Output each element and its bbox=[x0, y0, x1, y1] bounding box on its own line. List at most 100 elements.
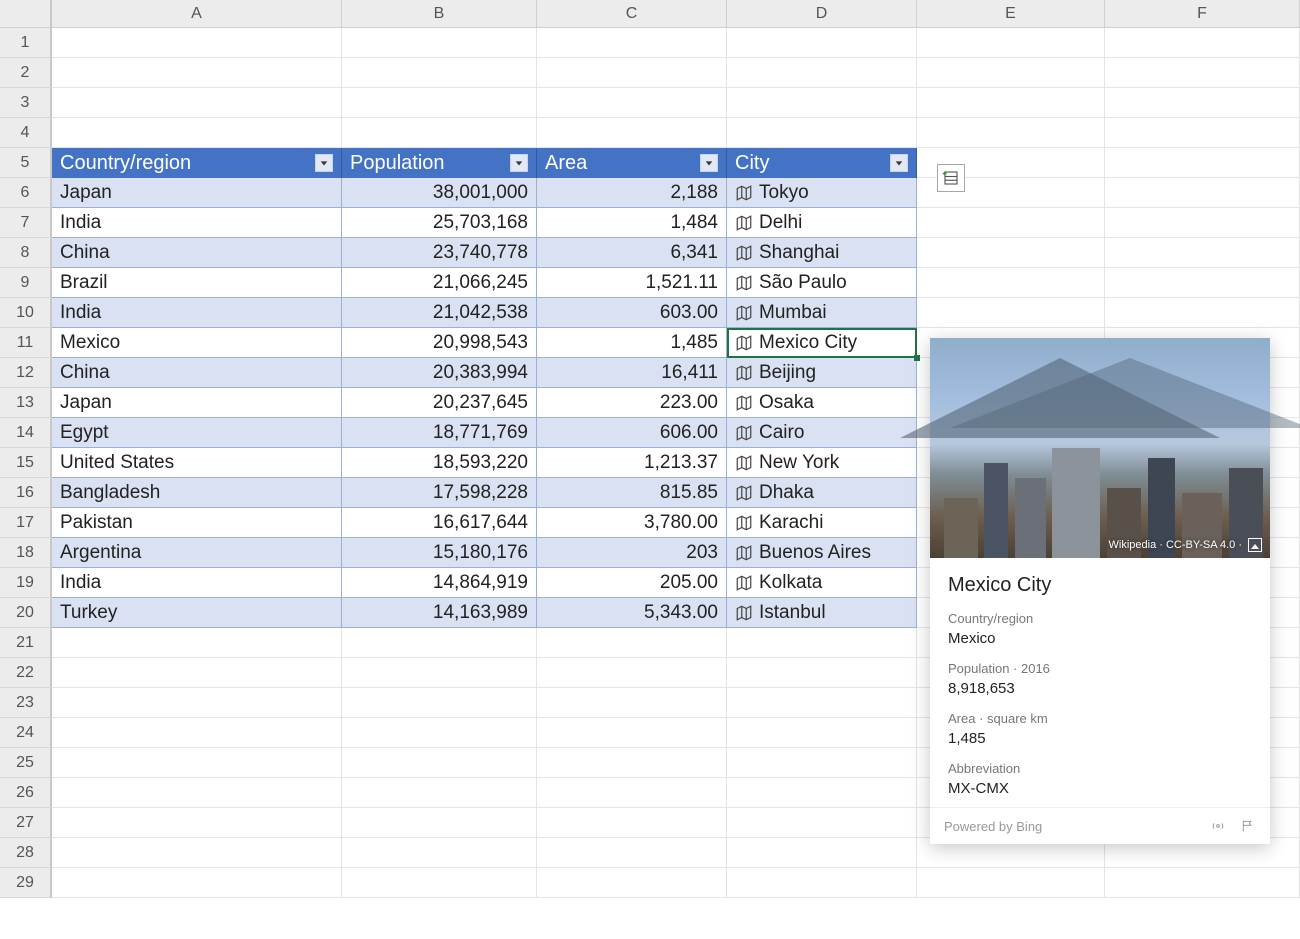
empty-cell[interactable] bbox=[727, 868, 917, 898]
row-header-22[interactable]: 22 bbox=[0, 658, 52, 688]
empty-cell[interactable] bbox=[52, 838, 342, 868]
empty-cell[interactable] bbox=[52, 688, 342, 718]
empty-cell[interactable] bbox=[1105, 118, 1300, 148]
cell-city[interactable]: Buenos Aires bbox=[727, 538, 917, 568]
empty-cell[interactable] bbox=[727, 718, 917, 748]
col-header-f[interactable]: F bbox=[1105, 0, 1300, 28]
empty-cell[interactable] bbox=[537, 28, 727, 58]
row-header-12[interactable]: 12 bbox=[0, 358, 52, 388]
cell-city[interactable]: Tokyo bbox=[727, 178, 917, 208]
col-header-b[interactable]: B bbox=[342, 0, 537, 28]
cell-country[interactable]: China bbox=[52, 238, 342, 268]
row-header-8[interactable]: 8 bbox=[0, 238, 52, 268]
cell-city[interactable]: Shanghai bbox=[727, 238, 917, 268]
empty-cell[interactable] bbox=[1105, 148, 1300, 178]
empty-cell[interactable] bbox=[727, 88, 917, 118]
cell-country[interactable]: United States bbox=[52, 448, 342, 478]
cell-country[interactable]: Egypt bbox=[52, 418, 342, 448]
empty-cell[interactable] bbox=[727, 778, 917, 808]
row-header-28[interactable]: 28 bbox=[0, 838, 52, 868]
cell-area[interactable]: 16,411 bbox=[537, 358, 727, 388]
empty-cell[interactable] bbox=[537, 688, 727, 718]
row-header-6[interactable]: 6 bbox=[0, 178, 52, 208]
filter-dropdown-button[interactable] bbox=[700, 154, 718, 172]
spreadsheet-grid[interactable]: A B C D E F bbox=[0, 0, 1300, 28]
cell-population[interactable]: 21,066,245 bbox=[342, 268, 537, 298]
empty-cell[interactable] bbox=[917, 58, 1105, 88]
empty-cell[interactable] bbox=[1105, 88, 1300, 118]
empty-cell[interactable] bbox=[1105, 238, 1300, 268]
row-header-19[interactable]: 19 bbox=[0, 568, 52, 598]
cell-city[interactable]: São Paulo bbox=[727, 268, 917, 298]
cell-population[interactable]: 20,237,645 bbox=[342, 388, 537, 418]
cell-city[interactable]: Dhaka bbox=[727, 478, 917, 508]
empty-cell[interactable] bbox=[1105, 208, 1300, 238]
cell-city[interactable]: Delhi bbox=[727, 208, 917, 238]
empty-cell[interactable] bbox=[342, 88, 537, 118]
row-header-10[interactable]: 10 bbox=[0, 298, 52, 328]
empty-cell[interactable] bbox=[727, 28, 917, 58]
cell-area[interactable]: 6,341 bbox=[537, 238, 727, 268]
col-header-e[interactable]: E bbox=[917, 0, 1105, 28]
cell-country[interactable]: India bbox=[52, 208, 342, 238]
table-header-area[interactable]: Area bbox=[537, 148, 727, 178]
empty-cell[interactable] bbox=[917, 238, 1105, 268]
row-header-9[interactable]: 9 bbox=[0, 268, 52, 298]
empty-cell[interactable] bbox=[917, 298, 1105, 328]
empty-cell[interactable] bbox=[342, 688, 537, 718]
table-header-population[interactable]: Population bbox=[342, 148, 537, 178]
row-header-27[interactable]: 27 bbox=[0, 808, 52, 838]
signal-icon[interactable] bbox=[1210, 818, 1226, 834]
empty-cell[interactable] bbox=[917, 268, 1105, 298]
empty-cell[interactable] bbox=[917, 868, 1105, 898]
empty-cell[interactable] bbox=[52, 778, 342, 808]
col-header-d[interactable]: D bbox=[727, 0, 917, 28]
empty-cell[interactable] bbox=[52, 118, 342, 148]
cell-population[interactable]: 38,001,000 bbox=[342, 178, 537, 208]
cell-city[interactable]: Istanbul bbox=[727, 598, 917, 628]
empty-cell[interactable] bbox=[537, 838, 727, 868]
empty-cell[interactable] bbox=[1105, 178, 1300, 208]
empty-cell[interactable] bbox=[52, 628, 342, 658]
cell-country[interactable]: India bbox=[52, 298, 342, 328]
empty-cell[interactable] bbox=[342, 58, 537, 88]
cell-population[interactable]: 21,042,538 bbox=[342, 298, 537, 328]
empty-cell[interactable] bbox=[537, 58, 727, 88]
cell-country[interactable]: Mexico bbox=[52, 328, 342, 358]
cell-population[interactable]: 18,771,769 bbox=[342, 418, 537, 448]
empty-cell[interactable] bbox=[917, 208, 1105, 238]
row-header-16[interactable]: 16 bbox=[0, 478, 52, 508]
cell-country[interactable]: Bangladesh bbox=[52, 478, 342, 508]
empty-cell[interactable] bbox=[537, 808, 727, 838]
cell-area[interactable]: 815.85 bbox=[537, 478, 727, 508]
empty-cell[interactable] bbox=[917, 88, 1105, 118]
empty-cell[interactable] bbox=[537, 628, 727, 658]
empty-cell[interactable] bbox=[342, 778, 537, 808]
row-header-11[interactable]: 11 bbox=[0, 328, 52, 358]
row-header-23[interactable]: 23 bbox=[0, 688, 52, 718]
cell-population[interactable]: 14,864,919 bbox=[342, 568, 537, 598]
cell-country[interactable]: Argentina bbox=[52, 538, 342, 568]
empty-cell[interactable] bbox=[727, 58, 917, 88]
row-header-20[interactable]: 20 bbox=[0, 598, 52, 628]
empty-cell[interactable] bbox=[52, 658, 342, 688]
row-header-7[interactable]: 7 bbox=[0, 208, 52, 238]
row-header-1[interactable]: 1 bbox=[0, 28, 52, 58]
cell-area[interactable]: 1,485 bbox=[537, 328, 727, 358]
cell-city[interactable]: New York bbox=[727, 448, 917, 478]
empty-cell[interactable] bbox=[727, 658, 917, 688]
empty-cell[interactable] bbox=[52, 748, 342, 778]
cell-population[interactable]: 14,163,989 bbox=[342, 598, 537, 628]
filter-dropdown-button[interactable] bbox=[890, 154, 908, 172]
select-all-corner[interactable] bbox=[0, 0, 52, 28]
col-header-c[interactable]: C bbox=[537, 0, 727, 28]
empty-cell[interactable] bbox=[537, 748, 727, 778]
empty-cell[interactable] bbox=[342, 118, 537, 148]
empty-cell[interactable] bbox=[342, 628, 537, 658]
cell-city[interactable]: Osaka bbox=[727, 388, 917, 418]
empty-cell[interactable] bbox=[52, 868, 342, 898]
empty-cell[interactable] bbox=[1105, 298, 1300, 328]
empty-cell[interactable] bbox=[342, 658, 537, 688]
cell-population[interactable]: 20,383,994 bbox=[342, 358, 537, 388]
cell-area[interactable]: 2,188 bbox=[537, 178, 727, 208]
